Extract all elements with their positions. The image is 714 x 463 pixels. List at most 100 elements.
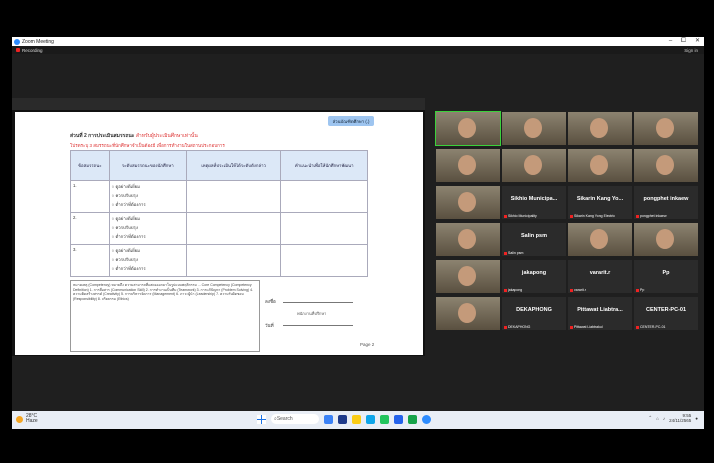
chrome-icon[interactable]	[380, 414, 389, 424]
participant-tile[interactable]: vararit.r vararit.r	[568, 260, 632, 293]
taskbar-search[interactable]: ⌕ Search	[271, 414, 319, 424]
table-row: 1.ดูอย่างดีเยี่ยมควรปรับปรุงต่ำกว่าที่ต้…	[70, 180, 368, 213]
mic-muted-icon	[504, 325, 507, 329]
participant-label: vararit.r	[570, 288, 586, 292]
level-option[interactable]: ควรปรับปรุง	[112, 256, 184, 263]
volume-icon[interactable]: ♪	[663, 416, 665, 421]
level-option[interactable]: ดูอย่างดีเยี่ยม	[112, 183, 184, 190]
sign-in-link[interactable]: Sign in	[684, 48, 698, 53]
participant-video	[656, 118, 674, 138]
participant-tile[interactable]	[436, 149, 500, 182]
excel-icon[interactable]	[408, 414, 417, 424]
task-view-icon[interactable]	[324, 414, 333, 424]
level-option[interactable]: ต่ำกว่าที่ต้องการ	[112, 265, 184, 272]
table-header-4: คำแนะนำเพื่อให้นักศึกษาพัฒนา	[280, 150, 368, 181]
table-header-3: เหตุผลที่ประเมินให้ได้ระดับดังกล่าว	[185, 150, 282, 181]
level-option[interactable]: ควรปรับปรุง	[112, 224, 184, 231]
notes-box: หมายเหตุ (Competency) หมายถึง ความสามารถ…	[70, 280, 260, 352]
empty-cell	[185, 212, 282, 245]
participant-tile[interactable]: jakapong jakapong	[502, 260, 566, 293]
participant-tile[interactable]	[436, 223, 500, 256]
minimize-button[interactable]: –	[669, 37, 672, 46]
participant-tile[interactable]	[634, 149, 698, 182]
close-button[interactable]: ✕	[695, 37, 700, 46]
participant-video	[656, 229, 674, 249]
empty-cell	[185, 244, 282, 277]
participant-tile[interactable]: Salin psm Salin psm	[502, 223, 566, 256]
participant-tile[interactable]	[502, 149, 566, 182]
row-number: 2.	[70, 212, 110, 245]
participant-tile[interactable]	[634, 112, 698, 145]
notification-icon[interactable]: ●	[695, 416, 698, 421]
participant-video	[458, 266, 476, 286]
participant-tile[interactable]: Sikarin Kang Yo... Sikarin Kang Yong Elec…	[568, 186, 632, 219]
participant-tile[interactable]: DEKAPHONG DEKAPHONG	[502, 297, 566, 330]
participant-tile[interactable]	[568, 149, 632, 182]
network-icon[interactable]: ⌂	[656, 416, 659, 421]
recording-icon	[16, 48, 20, 52]
level-option[interactable]: ต่ำกว่าที่ต้องการ	[112, 233, 184, 240]
mic-muted-icon	[636, 288, 639, 292]
clock[interactable]: 9:55 24/11/2565	[669, 413, 691, 423]
level-option[interactable]: ดูอย่างดีเยี่ยม	[112, 215, 184, 222]
participant-tile[interactable]	[634, 223, 698, 256]
participant-tile[interactable]	[568, 223, 632, 256]
windows-start-icon[interactable]	[257, 414, 266, 424]
row-number: 3.	[70, 244, 110, 277]
doc-heading: ส่วนที่ 2 การประเมินสมรรถนะ สำหรับผู้ประ…	[70, 133, 198, 139]
participant-video	[458, 155, 476, 175]
zoom-taskbar-icon[interactable]	[422, 414, 431, 424]
recording-label: Recording	[22, 47, 43, 53]
page-number: Page 2	[360, 342, 375, 347]
participant-label: jakapong	[504, 288, 522, 292]
participant-video	[458, 303, 476, 323]
participant-video	[590, 229, 608, 249]
participant-label: Sikarin Kang Yong Electric	[570, 214, 615, 218]
sign-label: ลงชื่อ	[265, 299, 276, 304]
empty-cell	[280, 244, 368, 277]
participant-name: Sikhio Municipa...	[510, 196, 558, 202]
word-icon[interactable]	[394, 414, 403, 424]
level-options: ดูอย่างดีเยี่ยมควรปรับปรุงต่ำกว่าที่ต้อง…	[108, 180, 187, 213]
participant-tile[interactable]	[568, 112, 632, 145]
date-label: วันที่	[265, 323, 274, 328]
participant-name: DEKAPHONG	[516, 307, 552, 313]
weather-widget[interactable]: 28°C Haze	[16, 414, 38, 424]
level-option[interactable]: ดูอย่างดีเยี่ยม	[112, 247, 184, 254]
participant-label: Sikhio Municipality	[504, 214, 537, 218]
participant-name: CENTER-PC-01	[645, 307, 687, 313]
participant-name: Salin psm	[521, 233, 547, 239]
edge-icon[interactable]	[366, 414, 375, 424]
widgets-icon[interactable]	[338, 414, 347, 424]
participant-tile[interactable]	[435, 111, 501, 146]
desktop-screen: Zoom Meeting – ⧠ ✕ Recording Sign in ส่ว…	[12, 37, 704, 429]
participant-tile[interactable]: Sikhio Municipa... Sikhio Municipality	[502, 186, 566, 219]
system-tray[interactable]: ⌃ ⌂ ♪ 9:55 24/11/2565 ●	[648, 413, 698, 423]
level-options: ดูอย่างดีเยี่ยมควรปรับปรุงต่ำกว่าที่ต้อง…	[108, 212, 187, 245]
participant-tile[interactable]: Pittawat Liabtra... Pittawat Liabtrakul	[568, 297, 632, 330]
participant-tile[interactable]: Pp Pp	[634, 260, 698, 293]
mic-muted-icon	[570, 214, 573, 218]
participant-name: pongphet inkaew	[643, 196, 689, 202]
empty-cell	[280, 180, 368, 213]
participant-video	[590, 118, 608, 138]
participant-tile[interactable]	[436, 186, 500, 219]
participant-tile[interactable]	[436, 297, 500, 330]
level-option[interactable]: ต่ำกว่าที่ต้องการ	[112, 201, 184, 208]
participant-name: Pittawat Liabtra...	[577, 307, 623, 313]
table-header-1: ข้อสมรรถนะ	[70, 150, 110, 181]
participant-label: Pp	[636, 288, 644, 292]
participant-tile[interactable]	[502, 112, 566, 145]
maximize-button[interactable]: ⧠	[681, 37, 686, 46]
participant-name: Pp	[662, 270, 670, 276]
participant-tile[interactable]	[436, 260, 500, 293]
participant-tile[interactable]: CENTER-PC-01 CENTER-PC-01	[634, 297, 698, 330]
level-options: ดูอย่างดีเยี่ยมควรปรับปรุงต่ำกว่าที่ต้อง…	[108, 244, 187, 277]
participant-tile[interactable]: pongphet inkaew pongphet inkaew	[634, 186, 698, 219]
window-title: Zoom Meeting	[22, 38, 54, 45]
chevron-up-icon[interactable]: ⌃	[648, 415, 652, 421]
mic-muted-icon	[636, 325, 639, 329]
level-option[interactable]: ควรปรับปรุง	[112, 192, 184, 199]
file-explorer-icon[interactable]	[352, 414, 361, 424]
mic-muted-icon	[504, 251, 507, 255]
